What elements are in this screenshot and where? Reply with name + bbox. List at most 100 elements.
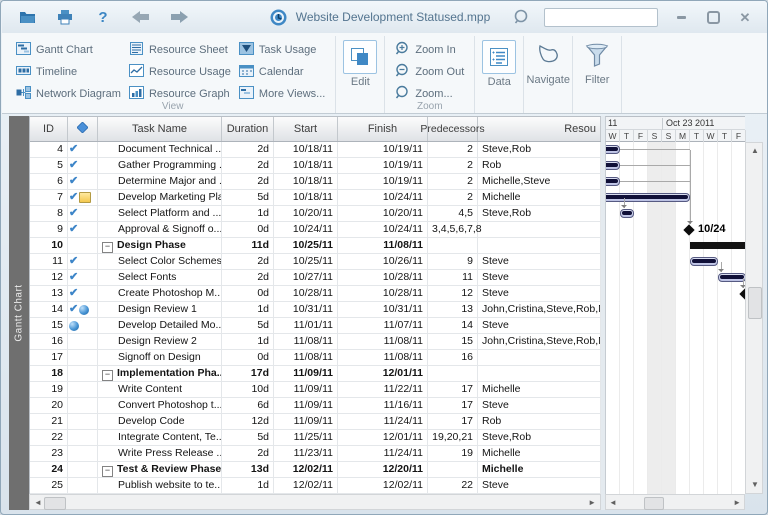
duration: 2d [222, 270, 274, 286]
column-header-id[interactable]: ID [30, 117, 68, 141]
task-name: Develop Code [118, 415, 185, 427]
table-row[interactable]: 18−Implementation Pha...17d11/09/1112/01… [30, 366, 601, 382]
task-bar[interactable] [690, 257, 718, 266]
gantt-hscrollbar[interactable]: ◄ ► [605, 494, 745, 510]
view-button-resource-sheet[interactable]: Resource Sheet [129, 39, 231, 60]
column-header-task-name[interactable]: Task Name [98, 117, 222, 141]
table-row[interactable]: 21Develop Code12d11/09/1111/24/1117Rob [30, 414, 601, 430]
row-id: 5 [30, 158, 68, 174]
table-row[interactable]: 7✔Develop Marketing Plan5d10/18/1110/24/… [30, 190, 601, 206]
search-icon[interactable] [512, 8, 530, 26]
scroll-up-icon[interactable]: ▲ [751, 147, 759, 155]
scroll-down-icon[interactable]: ▼ [751, 481, 759, 489]
table-row[interactable]: 19Write Content10d11/09/1111/22/1117Mich… [30, 382, 601, 398]
row-id: 7 [30, 190, 68, 206]
table-row[interactable]: 5✔Gather Programming ...2d10/18/1110/19/… [30, 158, 601, 174]
task-bar[interactable] [605, 193, 690, 202]
forward-icon[interactable] [170, 8, 188, 26]
gantt-hscroll-thumb[interactable] [644, 497, 664, 510]
close-icon[interactable]: ✕ [736, 8, 754, 26]
table-row[interactable]: 17Signoff on Design0d11/08/1111/08/1116 [30, 350, 601, 366]
collapse-toggle[interactable]: − [102, 370, 113, 381]
duration: 0d [222, 350, 274, 366]
view-button-calendar[interactable]: Calendar [239, 61, 325, 82]
task-name: Develop Detailed Mo... [118, 319, 222, 331]
column-header-indicators[interactable] [68, 117, 98, 141]
duration: 2d [222, 254, 274, 270]
collapse-toggle[interactable]: − [102, 466, 113, 477]
gantt-vscrollbar[interactable]: ▲ ▼ [745, 142, 763, 494]
table-row[interactable]: 8✔Select Platform and ...1d10/20/1110/20… [30, 206, 601, 222]
row-id: 10 [30, 238, 68, 254]
column-header-start[interactable]: Start [274, 117, 338, 141]
data-icon [482, 40, 516, 74]
view-button-timeline[interactable]: Timeline [16, 61, 121, 82]
task-name: Develop Marketing Plan [118, 191, 222, 203]
task-bar[interactable] [605, 145, 620, 154]
row-indicators: ✔ [68, 270, 98, 286]
table-row[interactable]: 4✔Document Technical ...2d10/18/1110/19/… [30, 142, 601, 158]
table-row[interactable]: 22Integrate Content, Te...5d11/25/1112/0… [30, 430, 601, 446]
table-row[interactable]: 9✔Approval & Signoff o...0d10/24/1110/24… [30, 222, 601, 238]
edit-button[interactable]: Edit [336, 36, 385, 113]
start-date: 10/18/11 [274, 158, 338, 174]
task-bar[interactable] [605, 161, 620, 170]
ribbon-group-zoom: Zoom In Zoom Out Zoom... Zoom [385, 36, 475, 113]
table-row[interactable]: 24−Test & Review Phase13d12/02/1112/20/1… [30, 462, 601, 478]
folder-icon[interactable] [18, 8, 36, 26]
resource-usage-icon [129, 64, 144, 80]
summary-bar[interactable] [690, 242, 745, 249]
zoom-out-button[interactable]: Zoom Out [395, 61, 464, 82]
table-row[interactable]: 12✔Select Fonts2d10/27/1110/28/1111Steve [30, 270, 601, 286]
scroll-right-icon[interactable]: ► [733, 499, 741, 507]
data-button[interactable]: Data [475, 36, 524, 113]
task-bar[interactable] [605, 177, 620, 186]
task-name: Design Review 1 [118, 303, 197, 315]
row-indicators: ✔ [68, 206, 98, 222]
table-row[interactable]: 14✔Design Review 11d10/31/1110/31/1113Jo… [30, 302, 601, 318]
table-row[interactable]: 16Design Review 21d11/08/1111/08/1115Joh… [30, 334, 601, 350]
back-icon[interactable] [132, 8, 150, 26]
row-indicators: ✔ [68, 174, 98, 190]
help-icon[interactable]: ? [94, 8, 112, 26]
predecessors: 17 [428, 398, 478, 414]
table-row[interactable]: 15Develop Detailed Mo...5d11/01/1111/07/… [30, 318, 601, 334]
table-row[interactable]: 23Write Press Release ...2d11/23/1111/24… [30, 446, 601, 462]
gantt-chart-area[interactable]: 10/24 [605, 142, 745, 494]
predecessors: 19,20,21 [428, 430, 478, 446]
timescale-day: M [676, 130, 690, 142]
filter-button[interactable]: Filter [573, 36, 622, 113]
title-bar: ? Website Development Statused.mpp ✕ [2, 1, 768, 34]
predecessors [428, 366, 478, 382]
table-row[interactable]: 25Publish website to te...1d12/02/1112/0… [30, 478, 601, 494]
scroll-left-icon[interactable]: ◄ [34, 499, 42, 507]
table-row[interactable]: 13✔Create Photoshop M...0d10/28/1110/28/… [30, 286, 601, 302]
column-header-resources[interactable]: Resou [478, 117, 601, 141]
search-input[interactable] [544, 8, 658, 27]
task-name: Select Color Schemes [118, 255, 222, 267]
zoom-in-button[interactable]: Zoom In [395, 39, 464, 60]
view-button-gantt-chart[interactable]: Gantt Chart [16, 39, 121, 60]
table-hscroll-thumb[interactable] [44, 497, 66, 510]
view-button-task-usage[interactable]: Task Usage [239, 39, 325, 60]
column-header-finish[interactable]: Finish [338, 117, 428, 141]
gantt-vscroll-thumb[interactable] [748, 287, 762, 319]
resources: Michelle [478, 446, 601, 462]
table-row[interactable]: 20Convert Photoshop t...6d11/09/1111/16/… [30, 398, 601, 414]
table-row[interactable]: 11✔Select Color Schemes2d10/25/1110/26/1… [30, 254, 601, 270]
print-icon[interactable] [56, 8, 74, 26]
maximize-icon[interactable] [704, 8, 722, 26]
column-header-predecessors[interactable]: Predecessors [428, 117, 478, 141]
gantt-chart-icon [16, 42, 31, 58]
view-button-resource-usage[interactable]: Resource Usage [129, 61, 231, 82]
navigate-button[interactable]: Navigate [524, 36, 573, 113]
scroll-left-icon[interactable]: ◄ [609, 499, 617, 507]
scroll-right-icon[interactable]: ► [588, 499, 596, 507]
finish-date: 11/24/11 [338, 446, 428, 462]
column-header-duration[interactable]: Duration [222, 117, 274, 141]
table-row[interactable]: 10−Design Phase11d10/25/1111/08/11 [30, 238, 601, 254]
minimize-icon[interactable] [672, 8, 690, 26]
table-row[interactable]: 6✔Determine Major and ...2d10/18/1110/19… [30, 174, 601, 190]
collapse-toggle[interactable]: − [102, 242, 113, 253]
table-hscrollbar[interactable]: ◄ ► [29, 494, 601, 510]
